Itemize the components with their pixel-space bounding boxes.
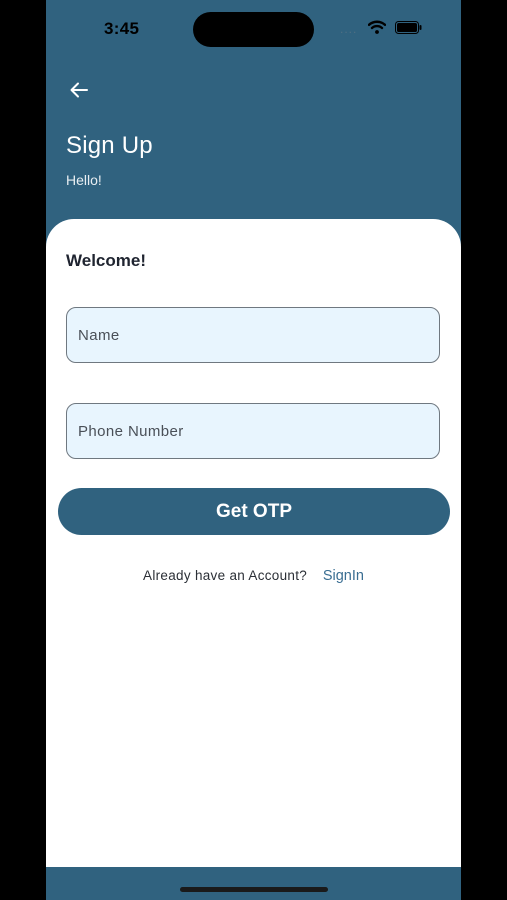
back-button[interactable] [64,76,94,104]
welcome-heading: Welcome! [66,251,146,270]
dynamic-island [193,12,314,47]
arrow-left-icon [70,82,88,98]
battery-icon [395,21,422,34]
status-time: 3:45 [104,19,140,38]
cellular-signal-icon: .... [340,22,358,36]
wifi-icon [368,20,386,34]
page-title: Sign Up [66,132,153,159]
name-input[interactable] [66,307,440,363]
phone-number-input[interactable] [66,403,440,459]
get-otp-button[interactable]: Get OTP [58,488,450,535]
signin-link[interactable]: SignIn [323,568,364,584]
home-indicator[interactable] [180,887,328,892]
phone-screen: 3:45 .... Sign Up Hello! Welcome! Get OT… [46,0,461,900]
signup-card: Welcome! Get OTP Already have an Account… [46,219,461,867]
signin-prompt-row: Already have an Account? SignIn [46,568,461,584]
page-subtitle: Hello! [66,172,102,188]
signin-prompt-text: Already have an Account? [143,568,308,583]
